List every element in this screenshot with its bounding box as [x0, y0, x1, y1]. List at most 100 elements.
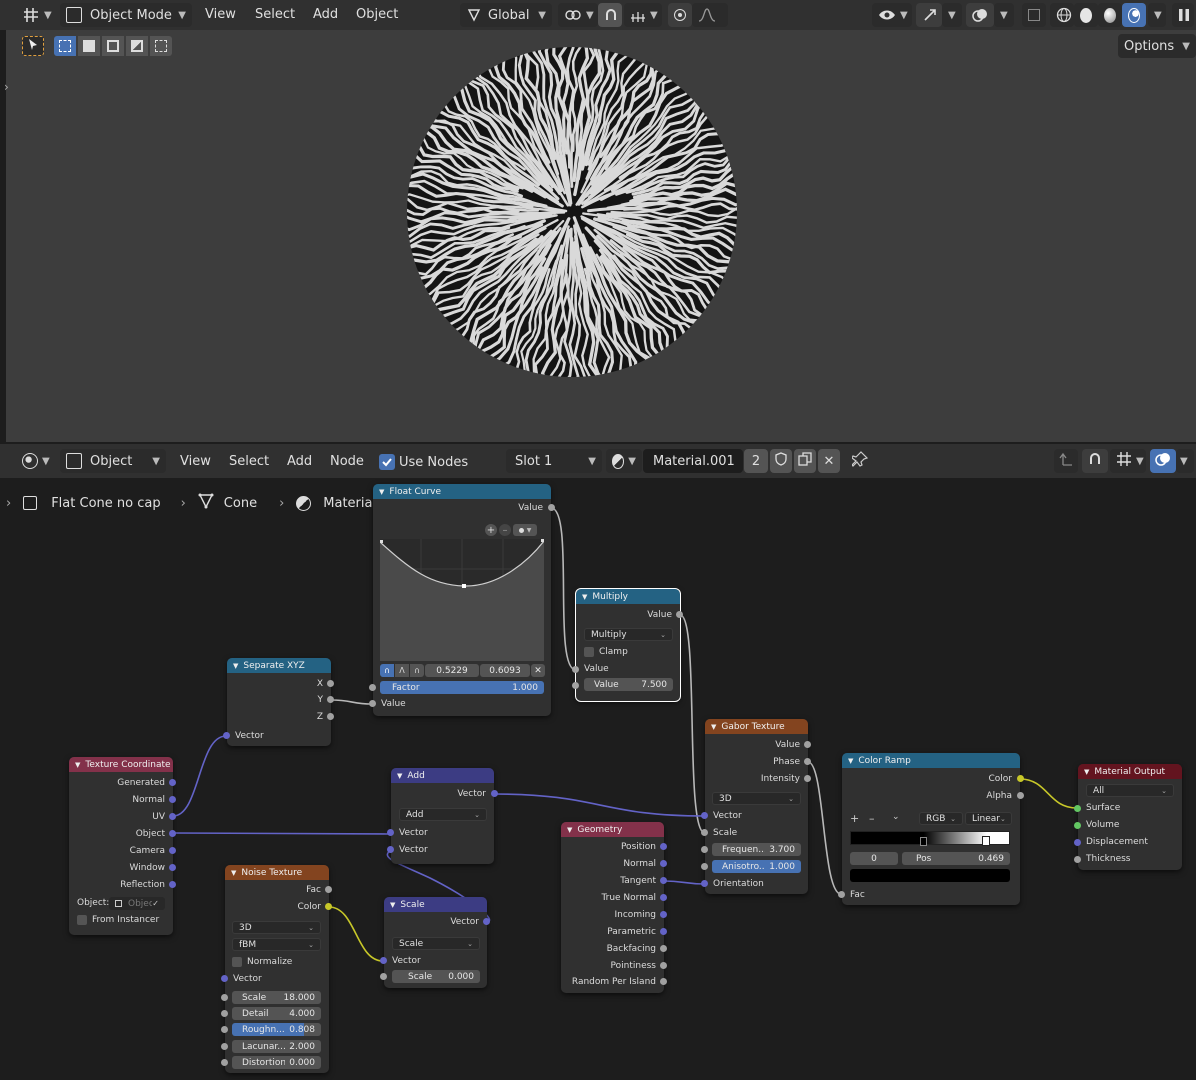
shader-type-dropdown[interactable]: Object ▼: [60, 449, 166, 473]
socket-output-value[interactable]: [804, 741, 811, 748]
factor-field[interactable]: Factor 1.000: [380, 681, 544, 694]
shading-rendered-button[interactable]: [1122, 3, 1146, 27]
texture-coordinate-node[interactable]: ▼ Texture Coordinate Generated Normal UV …: [69, 757, 176, 935]
socket-output-window[interactable]: [169, 864, 176, 871]
socket-output-vector[interactable]: [491, 790, 498, 797]
socket-input-value-2[interactable]: [572, 682, 579, 689]
socket-input-vector[interactable]: [380, 957, 387, 964]
target-dropdown[interactable]: All ⌄: [1086, 784, 1174, 797]
operation-dropdown[interactable]: Add ⌄: [399, 808, 487, 821]
object-mode-dropdown[interactable]: Object Mode ▼: [60, 3, 192, 27]
float-curve-node[interactable]: ▼ Float Curve Value + – ▼ ∩ Λ ∩ 0.5229 0.…: [369, 484, 555, 716]
gizmo-dropdown[interactable]: ▼: [942, 3, 962, 27]
socket-input-scale[interactable]: [701, 829, 708, 836]
node-editor-canvas[interactable]: › Flat Cone no cap › Cone › Material.001…: [0, 478, 1196, 1080]
menu-view[interactable]: View: [205, 7, 236, 22]
socket-input-vector[interactable]: [701, 812, 708, 819]
socket-input-distortion[interactable]: [221, 1059, 228, 1066]
socket-output-x[interactable]: [327, 680, 334, 687]
gabor-texture-node[interactable]: ▼ Gabor Texture Value Phase Intensity 3D ⌄…: [701, 719, 811, 894]
color-ramp-node[interactable]: ▼ Color Ramp Color Alpha + – ⌄ RGB ⌄ Linea…: [838, 753, 1024, 905]
menu-add[interactable]: Add: [313, 7, 338, 22]
dimensions-dropdown[interactable]: 3D ⌄: [712, 792, 801, 805]
roughness-field[interactable]: Roughn... 0.808: [232, 1023, 321, 1036]
user-count-button[interactable]: 2: [744, 449, 768, 473]
socket-input-vector-2[interactable]: [387, 846, 394, 853]
separate-xyz-node[interactable]: ▼ Separate XYZ X Y Z Vector: [223, 658, 334, 746]
snap-toggle[interactable]: [598, 3, 622, 27]
eyedropper-icon[interactable]: ✓: [152, 899, 159, 908]
ramp-menu-chevron-icon[interactable]: ⌄: [892, 812, 900, 822]
handle-free-icon[interactable]: ∩: [410, 664, 424, 677]
object-picker-field[interactable]: Objec ✓: [109, 897, 165, 910]
operation-dropdown[interactable]: Scale ⌄: [392, 937, 480, 950]
socket-output-pointiness[interactable]: [660, 962, 667, 969]
socket-input-thickness[interactable]: [1074, 856, 1081, 863]
noise-texture-node[interactable]: ▼ Noise Texture Fac Color 3D ⌄ fBM ⌄ Normal…: [221, 865, 332, 1073]
shading-solid-button[interactable]: [1074, 3, 1098, 27]
node-header[interactable]: ▼ Add: [391, 768, 494, 783]
zoom-out-icon[interactable]: –: [499, 524, 511, 536]
node-header[interactable]: ▼ Scale: [384, 897, 487, 912]
stop-position-field[interactable]: Pos 0.469: [902, 852, 1010, 865]
socket-input-vector-1[interactable]: [387, 829, 394, 836]
socket-input-displacement[interactable]: [1074, 839, 1081, 846]
node-overlay-toggle[interactable]: [1150, 449, 1176, 473]
menu-add[interactable]: Add: [287, 454, 312, 469]
socket-output-generated[interactable]: [169, 779, 176, 786]
material-name-field[interactable]: Material.001: [643, 449, 743, 473]
node-header[interactable]: ▼ Separate XYZ: [227, 658, 331, 673]
geometry-node[interactable]: ▼ Geometry Position Normal Tangent True N…: [561, 822, 667, 993]
menu-select[interactable]: Select: [255, 7, 295, 22]
socket-output-uv[interactable]: [169, 813, 176, 820]
socket-input-vector[interactable]: [223, 732, 230, 739]
socket-input-surface[interactable]: [1074, 805, 1081, 812]
overlay-toggle[interactable]: [966, 3, 994, 27]
use-nodes-checkbox[interactable]: Use Nodes: [379, 454, 468, 470]
socket-output-position[interactable]: [660, 843, 667, 850]
socket-output-object[interactable]: [169, 830, 176, 837]
normalize-checkbox[interactable]: Normalize: [232, 957, 292, 967]
anisotropy-field[interactable]: Anisotro... 1.000: [712, 860, 801, 873]
zoom-in-icon[interactable]: +: [485, 524, 497, 536]
slot-dropdown[interactable]: Slot 1 ▼: [506, 449, 602, 473]
distortion-field[interactable]: Distortion 0.000: [232, 1056, 321, 1069]
editor-type-button[interactable]: ▼: [16, 449, 56, 473]
menu-object[interactable]: Object: [356, 7, 398, 22]
handle-auto-icon[interactable]: ∩: [380, 664, 394, 677]
socket-output-tangent[interactable]: [660, 877, 667, 884]
node-snap-target-dropdown[interactable]: ▼: [1110, 449, 1146, 473]
vector-add-node[interactable]: ▼ Add Vector Add ⌄ Vector Vector: [387, 768, 498, 864]
node-header[interactable]: ▼ Noise Texture: [225, 865, 329, 880]
node-header[interactable]: ▼ Color Ramp: [842, 753, 1020, 768]
clamp-checkbox[interactable]: Clamp: [584, 647, 628, 657]
frequency-field[interactable]: Frequen... 3.700: [712, 843, 801, 856]
curve-graph[interactable]: [380, 539, 544, 661]
socket-output-alpha[interactable]: [1017, 792, 1024, 799]
socket-input-vector[interactable]: [221, 975, 228, 982]
socket-input-fac[interactable]: [838, 891, 845, 898]
socket-input-roughness[interactable]: [221, 1026, 228, 1033]
fake-user-button[interactable]: [770, 449, 792, 473]
editor-type-button[interactable]: ▼: [16, 3, 58, 27]
curve-point-x[interactable]: 0.5229: [425, 664, 479, 677]
socket-output-value[interactable]: [548, 504, 555, 511]
socket-output-camera[interactable]: [169, 847, 176, 854]
node-header[interactable]: ▼ Material Output: [1078, 764, 1182, 779]
socket-input-volume[interactable]: [1074, 822, 1081, 829]
socket-output-z[interactable]: [327, 713, 334, 720]
socket-input-detail[interactable]: [221, 1010, 228, 1017]
socket-output-intensity[interactable]: [804, 775, 811, 782]
remove-stop-icon[interactable]: –: [869, 812, 875, 825]
menu-node[interactable]: Node: [330, 454, 364, 469]
socket-output-random-per-island[interactable]: [660, 978, 667, 985]
shading-material-button[interactable]: [1098, 3, 1122, 27]
from-instancer-checkbox[interactable]: From Instancer: [77, 915, 159, 925]
shading-dropdown[interactable]: ▼: [1148, 3, 1166, 27]
socket-output-true-normal[interactable]: [660, 894, 667, 901]
operation-dropdown[interactable]: Multiply ⌄: [584, 628, 673, 641]
socket-output-y[interactable]: [327, 696, 334, 703]
value-field[interactable]: Value 7.500: [584, 678, 673, 691]
handle-vector-icon[interactable]: Λ: [395, 664, 409, 677]
socket-input-scale[interactable]: [380, 973, 387, 980]
